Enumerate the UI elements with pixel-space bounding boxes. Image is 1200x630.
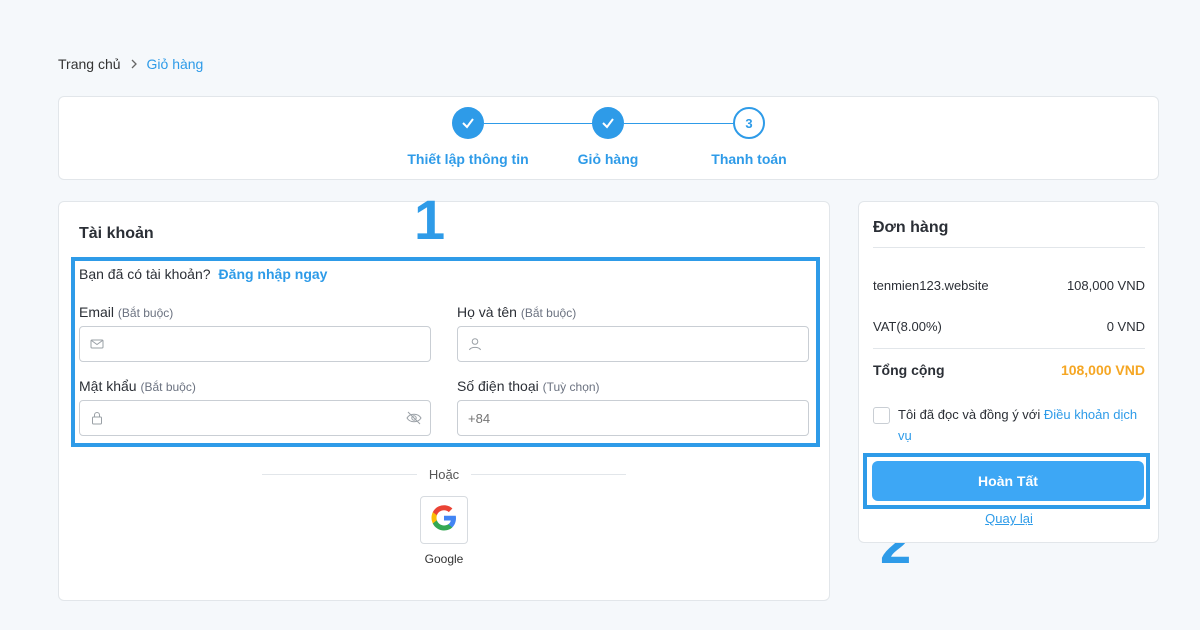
phone-label-text: Số điện thoại <box>457 378 539 394</box>
terms-text-wrap: Tôi đã đọc và đồng ý với Điều khoản dịch… <box>898 404 1145 446</box>
password-label: Mật khẩu (Bắt buộc) <box>79 378 196 394</box>
fullname-label-text: Họ và tên <box>457 304 517 320</box>
or-text: Hoặc <box>428 466 460 482</box>
step-connector <box>484 123 594 124</box>
or-line-right <box>471 473 627 475</box>
vat-value: 0 VND <box>1106 319 1145 334</box>
order-item-row: tenmien123.website 108,000 VND <box>873 278 1145 293</box>
order-divider <box>873 247 1145 248</box>
account-title: Tài khoản <box>79 225 154 242</box>
phone-label: Số điện thoại (Tuỳ chọn) <box>457 378 600 394</box>
terms-agreement: Tôi đã đọc và đồng ý với Điều khoản dịch… <box>873 404 1145 446</box>
step-3-label: Thanh toán <box>711 151 787 167</box>
password-field[interactable] <box>79 400 431 436</box>
order-title: Đơn hàng <box>873 219 949 236</box>
breadcrumb-home[interactable]: Trang chủ <box>58 56 121 72</box>
order-summary-card: Đơn hàng tenmien123.website 108,000 VND … <box>858 201 1159 543</box>
email-field[interactable] <box>79 326 431 362</box>
account-card: Tài khoản Bạn đã có tài khoản? Đăng nhập … <box>58 201 830 601</box>
total-label: Tổng cộng <box>873 362 945 378</box>
checkout-steps: 3 Thiết lập thông tin Giỏ hàng Thanh toá… <box>58 96 1159 180</box>
fullname-field[interactable] <box>457 326 809 362</box>
google-icon <box>428 502 460 539</box>
total-value: 108,000 VND <box>1060 362 1145 378</box>
email-hint: (Bắt buộc) <box>117 306 174 320</box>
lock-icon <box>90 411 104 425</box>
order-divider <box>873 348 1145 349</box>
fullname-label: Họ và tên (Bắt buộc) <box>457 304 576 320</box>
step-2-label: Giỏ hàng <box>577 151 639 167</box>
chevron-right-icon <box>129 57 139 72</box>
password-hint: (Bắt buộc) <box>140 380 196 394</box>
email-label-text: Email <box>79 304 115 320</box>
phone-field[interactable] <box>457 400 809 436</box>
mail-icon <box>90 337 104 351</box>
annotation-number-1: 1 <box>414 188 446 251</box>
total-row: Tổng cộng 108,000 VND <box>873 362 1145 378</box>
google-login-button[interactable] <box>420 496 468 544</box>
user-icon <box>468 337 482 351</box>
password-label-text: Mật khẩu <box>79 378 137 394</box>
google-label: Google <box>424 552 464 566</box>
back-link[interactable]: Quay lại <box>985 511 1033 526</box>
breadcrumb-current: Giỏ hàng <box>146 56 204 72</box>
vat-row: VAT(8.00%) 0 VND <box>873 319 1145 334</box>
login-link[interactable]: Đăng nhập ngay <box>219 266 328 282</box>
order-item-price: 108,000 VND <box>1066 278 1145 293</box>
order-item-name: tenmien123.website <box>873 278 989 293</box>
step-connector <box>624 123 734 124</box>
terms-checkbox[interactable] <box>873 407 890 424</box>
or-divider: Hoặc <box>262 466 627 482</box>
login-prompt: Bạn đã có tài khoản? Đăng nhập ngay <box>79 266 327 282</box>
vat-label: VAT(8.00%) <box>873 319 942 334</box>
fullname-hint: (Bắt buộc) <box>520 306 577 320</box>
step-3-number: 3 <box>733 107 765 139</box>
eye-off-icon[interactable] <box>406 411 422 425</box>
step-1-check-icon <box>452 107 484 139</box>
email-label: Email (Bắt buộc) <box>79 304 173 320</box>
terms-text: Tôi đã đọc và đồng ý với <box>898 407 1041 422</box>
login-prompt-text: Bạn đã có tài khoản? <box>79 266 211 282</box>
breadcrumb: Trang chủ Giỏ hàng <box>58 56 203 72</box>
step-2-check-icon <box>592 107 624 139</box>
or-line-left <box>262 473 417 475</box>
phone-hint: (Tuỳ chọn) <box>542 380 600 394</box>
finish-button[interactable]: Hoàn Tất <box>872 461 1144 501</box>
step-1-label: Thiết lập thông tin <box>407 151 529 167</box>
